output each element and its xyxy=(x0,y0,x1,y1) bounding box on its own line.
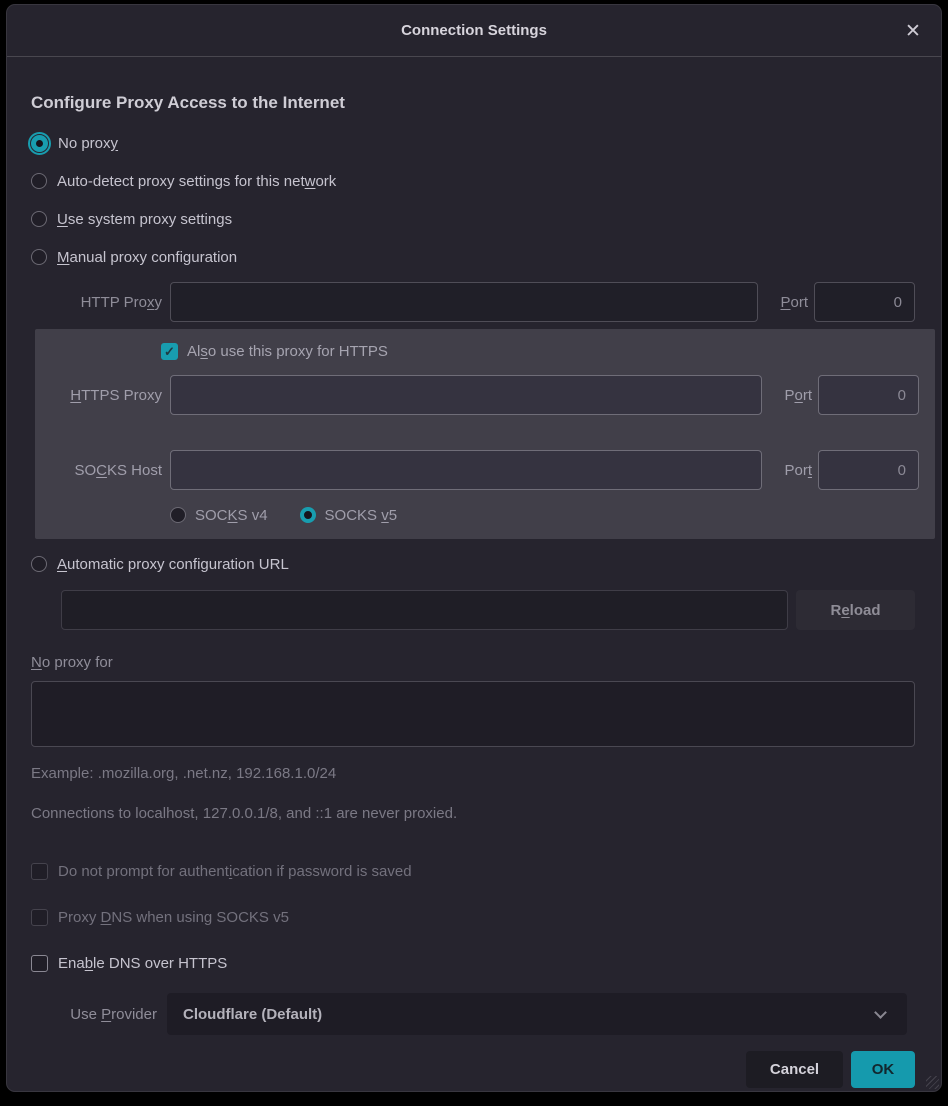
dialog-content: Configure Proxy Access to the Internet N… xyxy=(7,93,941,1088)
auto-url-input xyxy=(61,590,788,630)
check-icon: ✓ xyxy=(164,345,175,358)
also-https-row: ✓ Also use this proxy for HTTPS xyxy=(161,340,919,362)
provider-dropdown: Cloudflare (Default) xyxy=(167,993,907,1035)
no-proxy-for-label: No proxy for xyxy=(31,654,915,671)
checkbox-proxy-dns xyxy=(31,909,48,926)
radio-no-proxy-label: No proxy xyxy=(58,135,118,152)
proxy-dns-label: Proxy DNS when using SOCKS v5 xyxy=(58,909,289,926)
radio-auto-url[interactable] xyxy=(31,556,47,572)
enable-doh-label: Enable DNS over HTTPS xyxy=(58,955,227,972)
radio-row-no-proxy[interactable]: No proxy xyxy=(31,131,915,155)
connection-settings-dialog: Connection Settings ✕ Configure Proxy Ac… xyxy=(6,4,942,1092)
radio-use-system[interactable] xyxy=(31,211,47,227)
no-prompt-label: Do not prompt for authentication if pass… xyxy=(58,863,412,880)
http-port-input xyxy=(814,282,915,322)
dialog-titlebar: Connection Settings ✕ xyxy=(7,5,941,57)
socks-port-label: Port xyxy=(768,462,812,479)
checkbox-row-proxy-dns: Proxy DNS when using SOCKS v5 xyxy=(31,905,915,929)
socks-version-row: SOCKS v4 SOCKS v5 xyxy=(170,505,919,525)
socks-v4-label: SOCKS v4 xyxy=(195,507,268,524)
radio-no-proxy[interactable] xyxy=(31,135,48,152)
http-proxy-row: HTTP Proxy Port xyxy=(31,282,915,322)
radio-manual[interactable] xyxy=(31,249,47,265)
https-port-label: Port xyxy=(768,387,812,404)
also-https-label: Also use this proxy for HTTPS xyxy=(187,343,388,360)
use-provider-label: Use Provider xyxy=(31,1006,167,1023)
https-proxy-row: HTTPS Proxy Port xyxy=(35,375,919,415)
radio-row-auto-detect[interactable]: Auto-detect proxy settings for this netw… xyxy=(31,169,915,193)
reload-button: Reload xyxy=(796,590,915,630)
radio-row-manual[interactable]: Manual proxy configuration xyxy=(31,245,915,269)
checkbox-no-prompt xyxy=(31,863,48,880)
no-proxy-example-text: Example: .mozilla.org, .net.nz, 192.168.… xyxy=(31,765,915,782)
provider-row: Use Provider Cloudflare (Default) xyxy=(31,993,915,1035)
socks-v5-label: SOCKS v5 xyxy=(325,507,398,524)
radio-socks-v4 xyxy=(170,507,186,523)
socks-host-input xyxy=(170,450,762,490)
auto-url-label: Automatic proxy configuration URL xyxy=(57,556,289,573)
no-proxy-for-textarea xyxy=(31,681,915,747)
page-title: Configure Proxy Access to the Internet xyxy=(31,93,915,113)
socks-port-input xyxy=(818,450,919,490)
cancel-button[interactable]: Cancel xyxy=(746,1051,843,1088)
dialog-title: Connection Settings xyxy=(401,22,547,39)
provider-dropdown-value: Cloudflare (Default) xyxy=(183,1006,322,1023)
checkbox-row-enable-doh[interactable]: Enable DNS over HTTPS xyxy=(31,951,915,975)
radio-row-use-system[interactable]: Use system proxy settings xyxy=(31,207,915,231)
http-port-label: Port xyxy=(764,294,808,311)
checkbox-also-https: ✓ xyxy=(161,343,178,360)
close-icon[interactable]: ✕ xyxy=(901,19,925,43)
https-port-input xyxy=(818,375,919,415)
radio-use-system-label: Use system proxy settings xyxy=(57,211,232,228)
http-proxy-label: HTTP Proxy xyxy=(31,294,164,311)
https-spotlight-section: ✓ Also use this proxy for HTTPS HTTPS Pr… xyxy=(35,329,935,539)
radio-auto-detect[interactable] xyxy=(31,173,47,189)
radio-auto-detect-label: Auto-detect proxy settings for this netw… xyxy=(57,173,336,190)
radio-manual-label: Manual proxy configuration xyxy=(57,249,237,266)
radio-row-auto-url[interactable]: Automatic proxy configuration URL xyxy=(31,552,915,576)
checkbox-row-no-prompt: Do not prompt for authentication if pass… xyxy=(31,859,915,883)
chevron-down-icon xyxy=(874,1006,887,1019)
socks-host-row: SOCKS Host Port xyxy=(35,450,919,490)
resize-grip[interactable] xyxy=(926,1076,939,1089)
https-proxy-label: HTTPS Proxy xyxy=(35,387,164,404)
socks-host-label: SOCKS Host xyxy=(35,462,164,479)
ok-button[interactable]: OK xyxy=(851,1051,915,1088)
radio-socks-v5 xyxy=(300,507,316,523)
never-proxied-note: Connections to localhost, 127.0.0.1/8, a… xyxy=(31,805,915,822)
http-proxy-input xyxy=(170,282,758,322)
checkbox-enable-doh[interactable] xyxy=(31,955,48,972)
auto-url-input-row: Reload xyxy=(31,590,915,630)
https-proxy-input xyxy=(170,375,762,415)
dialog-footer: Cancel OK xyxy=(31,1051,915,1088)
